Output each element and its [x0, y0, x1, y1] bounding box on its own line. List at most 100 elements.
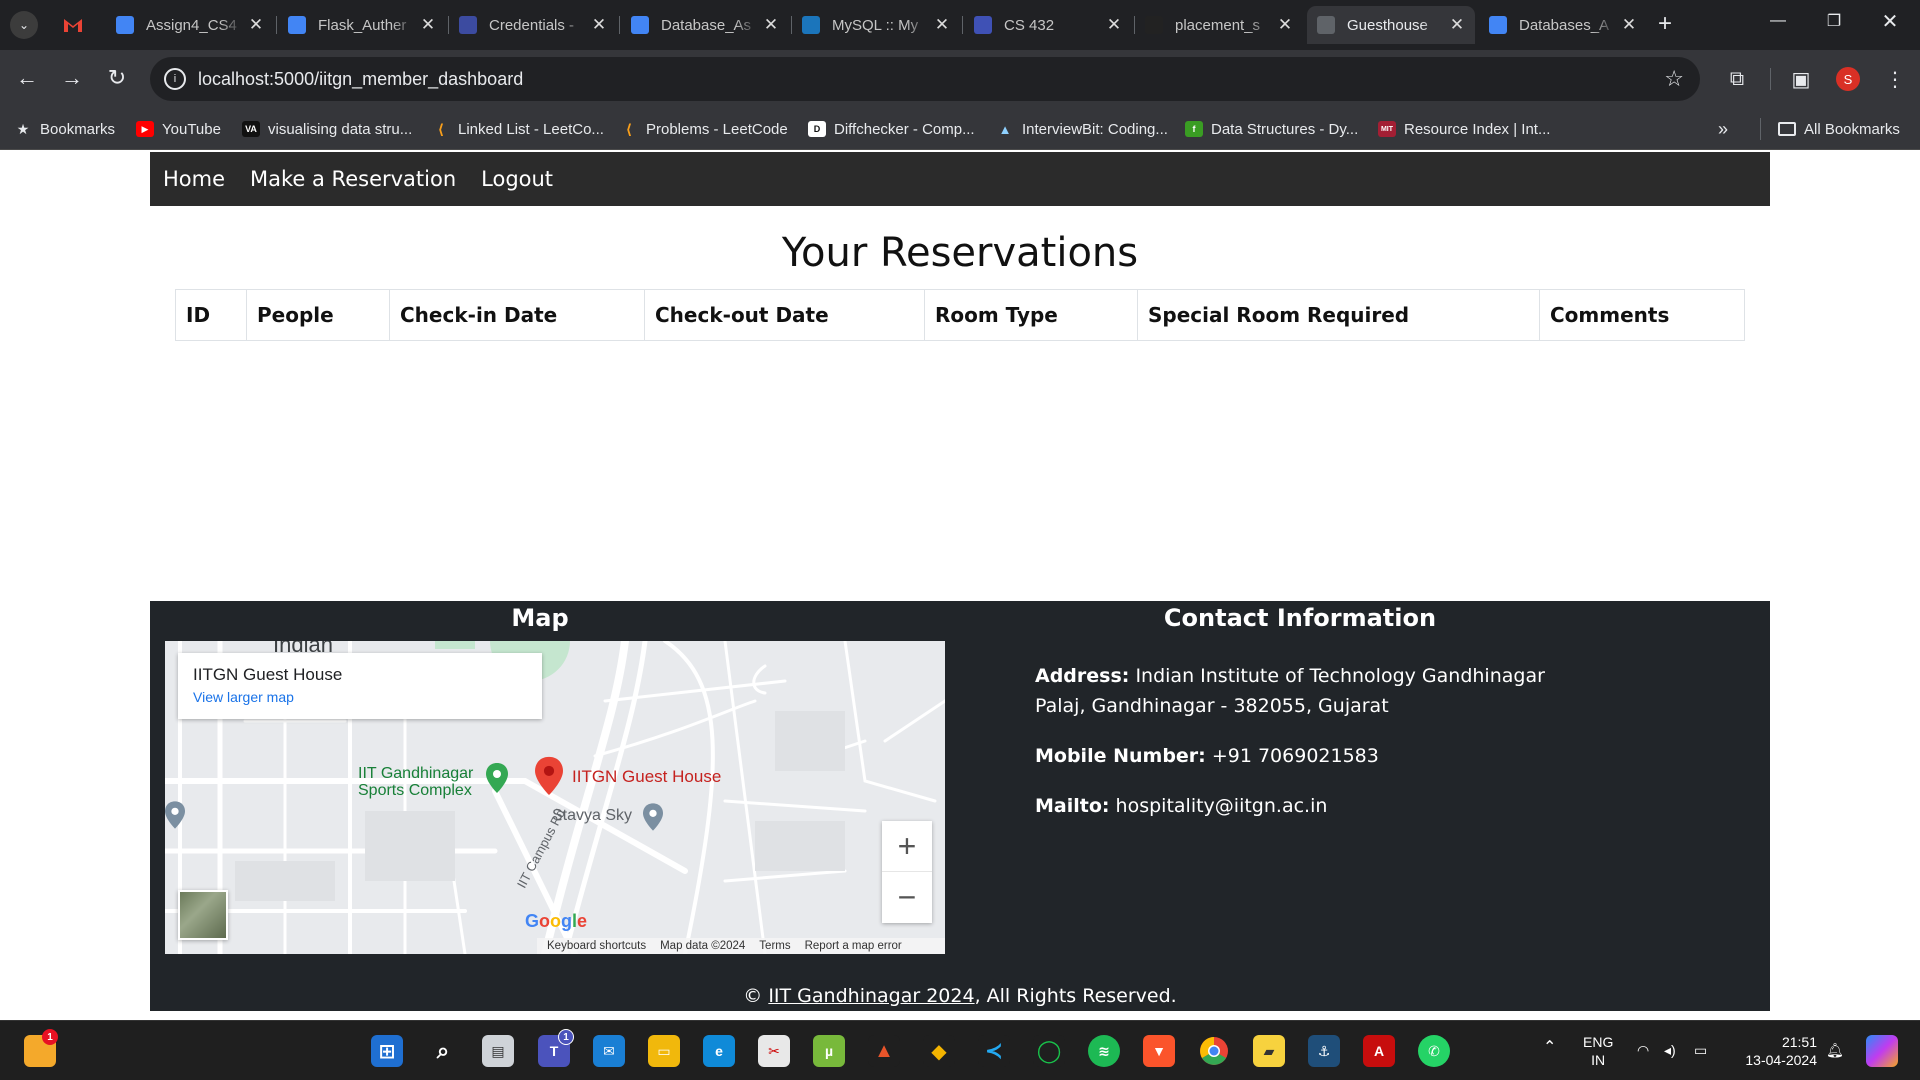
nav-logout-link[interactable]: Logout — [481, 167, 553, 191]
mail-block: Mailto: hospitality@iitgn.ac.in — [1035, 791, 1735, 821]
start-windows-icon[interactable]: ⊞ — [371, 1035, 403, 1067]
stavya-sky-marker-icon[interactable] — [643, 803, 663, 831]
close-tab-icon[interactable]: ✕ — [1102, 15, 1126, 35]
bookmark-star-icon[interactable]: ☆ — [1664, 66, 1684, 92]
volume-icon[interactable]: ◂) — [1664, 1041, 1676, 1059]
close-tab-icon[interactable]: ✕ — [930, 15, 954, 35]
bookmark-item[interactable]: ▲ InterviewBit: Coding... — [996, 116, 1168, 142]
poi-marker-icon[interactable] — [165, 801, 185, 829]
new-tab-button[interactable]: + — [1651, 11, 1679, 39]
tab-title: CS 432 — [1004, 16, 1055, 34]
chrome-icon[interactable] — [1198, 1035, 1230, 1067]
bookmark-item[interactable]: D Diffchecker - Comp... — [808, 116, 975, 142]
embedded-google-map[interactable]: Indian IIT Gandhinagar Sports Complex II… — [165, 641, 945, 954]
map-terms-link[interactable]: Terms — [759, 940, 790, 952]
tab-1[interactable]: Assign4_CS4 ✕ — [106, 6, 274, 44]
tab-9[interactable]: Databases_A ✕ — [1479, 6, 1647, 44]
acrobat-icon[interactable]: A — [1363, 1035, 1395, 1067]
file-explorer-icon[interactable]: ▭ — [648, 1035, 680, 1067]
copilot-icon[interactable] — [1866, 1035, 1898, 1067]
zoom-out-button[interactable]: − — [882, 872, 932, 923]
keyboard-shortcuts-link[interactable]: Keyboard shortcuts — [547, 940, 646, 952]
column-header-id: ID — [175, 289, 247, 341]
map-type-satellite-toggle[interactable] — [178, 890, 228, 940]
colorful-app-icon[interactable]: ◆ — [923, 1035, 955, 1067]
zoom-in-button[interactable]: + — [882, 821, 932, 872]
mysql-workbench-icon[interactable]: ⚓ — [1308, 1035, 1340, 1067]
minimize-button[interactable]: — — [1750, 0, 1806, 42]
copyright-link[interactable]: IIT Gandhinagar 2024 — [768, 985, 974, 1007]
teams-icon[interactable]: T 1 — [538, 1029, 574, 1067]
notification-bell-icon[interactable]: 🔔︎ — [1826, 1041, 1844, 1059]
clock[interactable]: 21:51 13-04-2024 — [1733, 1033, 1817, 1069]
more-bookmarks-chevron-icon[interactable]: » — [1718, 116, 1728, 142]
nav-make-reservation-link[interactable]: Make a Reservation — [250, 167, 456, 191]
extensions-icon[interactable]: ⧉ — [1722, 64, 1752, 94]
weather-widget-icon[interactable]: 1 — [24, 1029, 58, 1067]
spotify-icon[interactable]: ≋ — [1088, 1035, 1120, 1067]
show-hidden-icons-chevron[interactable]: ⌃ — [1543, 1039, 1556, 1057]
site-footer: Map Contact Information Indian IIT Gandh… — [150, 601, 1770, 1011]
sticky-notes-icon[interactable]: ▰ — [1253, 1035, 1285, 1067]
address-line-2: Palaj, Gandhinagar - 382055, Gujarat — [1035, 695, 1389, 717]
language-indicator[interactable]: ENG IN — [1583, 1033, 1613, 1069]
green-app-icon[interactable]: ◯ — [1033, 1035, 1065, 1067]
task-view-icon[interactable]: ▤ — [482, 1035, 514, 1067]
close-tab-icon[interactable]: ✕ — [1273, 15, 1297, 35]
guest-house-marker-icon[interactable] — [535, 756, 563, 796]
bookmark-item[interactable]: MIT Resource Index | Int... — [1378, 116, 1550, 142]
vscode-icon[interactable]: ≺ — [978, 1035, 1010, 1067]
view-larger-map-link[interactable]: View larger map — [193, 689, 527, 705]
bookmark-item[interactable]: ⟨ Problems - LeetCode — [620, 116, 788, 142]
bookmark-item[interactable]: f Data Structures - Dy... — [1185, 116, 1358, 142]
bookmark-item[interactable]: ▶ YouTube — [136, 116, 221, 142]
all-bookmarks-folder[interactable]: All Bookmarks — [1778, 116, 1900, 142]
forward-button[interactable]: → — [55, 61, 89, 95]
profile-avatar[interactable]: S — [1836, 67, 1860, 91]
bookmark-item[interactable]: ⟨ Linked List - LeetCo... — [432, 116, 604, 142]
snipping-tool-icon[interactable]: ✂ — [758, 1035, 790, 1067]
bookmark-item[interactable]: VA visualising data stru... — [242, 116, 412, 142]
tab-5[interactable]: MySQL :: My ✕ — [792, 6, 960, 44]
close-tab-icon[interactable]: ✕ — [587, 15, 611, 35]
tab-7[interactable]: placement_s ✕ — [1135, 6, 1303, 44]
mail-address[interactable]: hospitality@iitgn.ac.in — [1116, 795, 1328, 817]
report-map-error-link[interactable]: Report a map error — [805, 940, 902, 952]
bookmark-item[interactable]: ★ Bookmarks — [14, 116, 115, 142]
matlab-icon[interactable]: ▲ — [868, 1035, 900, 1067]
close-tab-icon[interactable]: ✕ — [416, 15, 440, 35]
close-tab-icon[interactable]: ✕ — [244, 15, 268, 35]
tab-title: Flask_Auther — [318, 16, 407, 34]
side-panel-icon[interactable]: ▣ — [1786, 64, 1816, 94]
tab-3[interactable]: Credentials - ✕ — [449, 6, 617, 44]
close-tab-icon[interactable]: ✕ — [1617, 15, 1641, 35]
restore-button[interactable]: ❐ — [1806, 0, 1862, 42]
close-window-button[interactable]: ✕ — [1862, 0, 1918, 42]
back-button[interactable]: ← — [10, 61, 44, 95]
tab-search-button[interactable]: ⌄ — [10, 11, 38, 39]
reservations-table: ID People Check-in Date Check-out Date R… — [175, 289, 1745, 341]
search-icon[interactable]: ⌕ — [427, 1035, 459, 1067]
edge-icon[interactable]: e — [703, 1035, 735, 1067]
address-bar[interactable]: i localhost:5000/iitgn_member_dashboard … — [150, 57, 1700, 101]
tab-6[interactable]: CS 432 ✕ — [964, 6, 1132, 44]
wifi-icon[interactable]: ◠ — [1637, 1041, 1649, 1059]
sports-complex-marker-icon[interactable] — [486, 763, 508, 793]
tab-4[interactable]: Database_As ✕ — [621, 6, 789, 44]
whatsapp-icon[interactable]: ✆ — [1418, 1035, 1450, 1067]
battery-icon[interactable]: ▭ — [1694, 1041, 1707, 1059]
url-text[interactable]: localhost:5000/iitgn_member_dashboard — [198, 69, 523, 90]
tab-8[interactable]: Guesthouse ✕ — [1307, 6, 1475, 44]
site-info-icon[interactable]: i — [164, 68, 186, 90]
gmail-pinned-tab[interactable] — [62, 14, 84, 36]
nav-home-link[interactable]: Home — [163, 167, 225, 191]
reload-button[interactable]: ↻ — [100, 61, 134, 95]
brave-icon[interactable]: ▼ — [1143, 1035, 1175, 1067]
language-label: ENG — [1583, 1034, 1614, 1050]
menu-kebab-icon[interactable]: ⋮ — [1880, 64, 1910, 94]
mail-icon[interactable]: ✉ — [593, 1035, 625, 1067]
close-tab-icon[interactable]: ✕ — [759, 15, 783, 35]
utorrent-icon[interactable]: µ — [813, 1035, 845, 1067]
close-tab-icon[interactable]: ✕ — [1445, 15, 1469, 35]
tab-2[interactable]: Flask_Auther ✕ — [278, 6, 446, 44]
